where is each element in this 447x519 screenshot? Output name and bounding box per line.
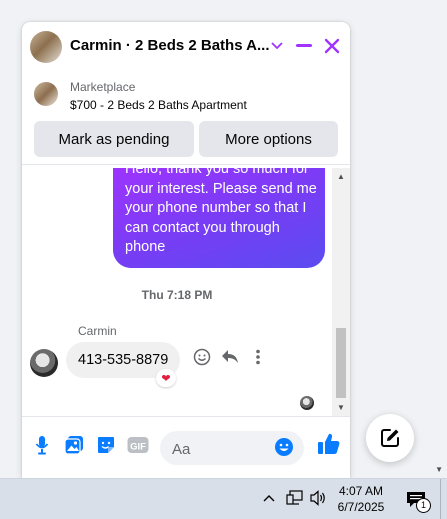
notification-count-badge: 1 [416,498,431,513]
listing-actions: Mark as pending More options [22,118,350,165]
network-icon[interactable] [285,489,303,507]
new-message-button[interactable] [366,414,414,462]
listing-avatar[interactable] [30,31,62,63]
volume-icon[interactable] [309,489,327,507]
composer: GIF [22,416,350,478]
message-list: Hello, thank you so much for your intere… [22,168,332,416]
notification-center-button[interactable]: 1 [402,488,431,513]
compose-icon [381,429,399,447]
reply-icon[interactable] [219,346,241,368]
marketplace-label: Marketplace [70,80,136,94]
message-scrollbar[interactable]: ▲ ▼ [332,168,350,416]
system-clock[interactable]: 4:07 AM 6/7/2025 [330,483,392,515]
scroll-down-arrow[interactable]: ▼ [337,403,345,412]
incoming-message-text: 413-535-8879 [78,352,169,368]
sticker-icon[interactable] [94,433,118,457]
scrollbar-thumb[interactable] [336,328,346,398]
outgoing-message[interactable]: Hello, thank you so much for your intere… [113,168,325,268]
message-input-container[interactable] [160,431,304,465]
chevron-down-icon[interactable] [265,34,289,58]
chat-header[interactable]: Carmin · 2 Beds 2 Baths A... [22,22,350,70]
gif-label: GIF [130,441,146,452]
listing-title[interactable]: $700 - 2 Beds 2 Baths Apartment [70,98,247,112]
react-emoji-icon[interactable] [191,346,213,368]
message-timestamp: Thu 7:18 PM [141,288,213,302]
marketplace-listing[interactable]: Marketplace $700 - 2 Beds 2 Baths Apartm… [22,70,350,118]
message-input[interactable] [170,438,274,460]
listing-thumbnail [34,82,58,106]
mark-as-pending-button[interactable]: Mark as pending [34,121,194,157]
clock-time: 4:07 AM [338,484,384,498]
close-icon[interactable] [320,34,344,58]
clock-date: 6/7/2025 [337,500,385,514]
page-scroll-down-arrow[interactable]: ▼ [435,465,443,474]
heart-reaction-icon[interactable]: ❤ [156,369,176,387]
page-scrollbar[interactable]: ▼ [431,0,447,478]
emoji-icon[interactable] [274,437,296,459]
taskbar: 4:07 AM 6/7/2025 1 [0,478,447,519]
sender-avatar[interactable] [30,349,58,377]
outgoing-message-text: Hello, thank you so much for your intere… [125,168,317,255]
seen-receipt-avatar [300,396,314,410]
scroll-up-arrow[interactable]: ▲ [337,172,345,181]
chat-window: Carmin · 2 Beds 2 Baths A... Marketplace… [22,22,350,478]
gif-icon[interactable]: GIF [126,433,150,457]
sender-name: Carmin [78,324,117,338]
more-options-button[interactable]: More options [199,121,338,157]
show-desktop-divider[interactable] [440,479,441,519]
chat-title[interactable]: Carmin · 2 Beds 2 Baths A... [70,37,270,54]
more-vertical-icon[interactable] [247,346,269,368]
minimize-icon[interactable] [292,34,316,58]
chevron-up-icon[interactable] [262,490,276,506]
thumbs-up-icon[interactable] [316,431,342,457]
microphone-icon[interactable] [30,433,54,457]
photo-icon[interactable] [62,433,86,457]
